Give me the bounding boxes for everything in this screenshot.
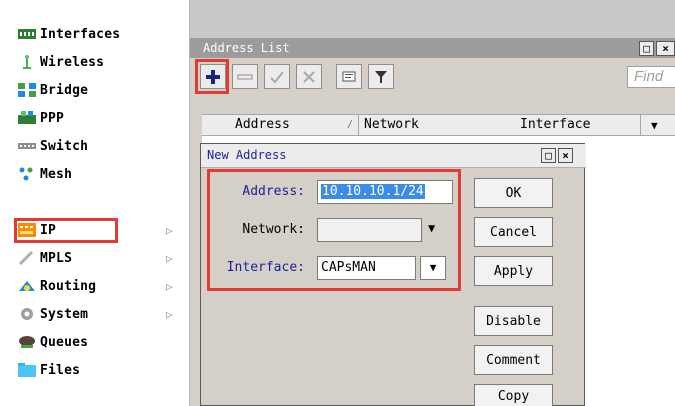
column-divider [358,115,359,135]
apply-button[interactable]: Apply [474,256,553,286]
comment-button[interactable] [336,64,362,89]
routing-icon [19,281,35,291]
menu-item-mesh[interactable]: Mesh [0,160,190,188]
queues-icon [19,336,35,348]
submenu-arrow-icon: ▷ [166,307,173,321]
comment-icon [342,71,356,81]
menu-item-label: Mesh [40,166,73,182]
switch-icon [18,143,36,149]
ip-highlight-box [14,218,118,243]
column-divider [640,115,641,135]
bridge-icon [18,83,36,97]
submenu-arrow-icon: ▷ [166,223,173,237]
disable-dialog-button[interactable]: Disable [474,306,553,336]
fields-highlight-box [207,169,461,291]
check-icon [270,70,284,83]
filter-button[interactable] [368,64,394,89]
copy-button[interactable]: Copy [474,384,553,406]
maximize-icon[interactable]: □ [639,41,654,56]
column-header-address[interactable]: Address [235,117,290,132]
sort-indicator-icon: / [347,119,354,130]
menu-item-routing[interactable]: Routing ▷ [0,272,190,300]
minus-icon [237,73,253,80]
submenu-arrow-icon: ▷ [166,251,173,265]
menu-item-interfaces[interactable]: Interfaces [0,20,190,48]
menu-item-label: PPP [40,110,65,126]
wireless-icon [23,55,31,69]
folder-icon [18,363,36,377]
cross-icon [303,70,315,83]
address-table-header: Address / Network Interface ▼ [202,114,675,136]
menu-item-label: Wireless [40,54,105,70]
menu-item-label: Switch [40,138,89,154]
ok-button[interactable]: OK [474,178,553,208]
close-icon[interactable]: × [656,41,675,56]
enable-button[interactable] [264,64,290,89]
menu-item-files[interactable]: Files [0,356,190,384]
cancel-button[interactable]: Cancel [474,217,553,247]
menu-item-bridge[interactable]: Bridge [0,76,190,104]
columns-menu-icon[interactable]: ▼ [651,119,658,132]
filter-icon [375,70,387,83]
menu-item-mpls[interactable]: MPLS ▷ [0,244,190,272]
column-header-interface[interactable]: Interface [520,117,590,132]
menu-item-label: Bridge [40,82,89,98]
column-header-network[interactable]: Network [364,117,419,132]
ppp-icon [18,111,36,124]
menu-item-label: MPLS [40,250,73,266]
new-address-title: New Address [207,148,287,162]
disable-button[interactable] [296,64,322,89]
gear-icon [21,308,33,320]
menu-item-queues[interactable]: Queues [0,328,190,356]
maximize-icon[interactable]: □ [541,148,556,163]
menu-item-label: Interfaces [40,26,121,42]
address-list-title: Address List [203,41,290,55]
menu-item-label: Files [40,362,81,378]
menu-item-wireless[interactable]: Wireless [0,48,190,76]
menu-item-label: Routing [40,278,97,294]
mesh-icon [19,167,33,181]
comment-dialog-button[interactable]: Comment [474,345,553,375]
menu-item-system[interactable]: System ▷ [0,300,190,328]
close-icon[interactable]: × [558,148,573,163]
menu-item-label: Queues [40,334,89,350]
mpls-icon [18,251,34,265]
main-menu: Interfaces Wireless Bridge PPP Switch Me… [0,0,190,406]
interfaces-icon [18,29,36,39]
add-button-highlight-box [195,59,229,94]
menu-item-ppp[interactable]: PPP [0,104,190,132]
menu-item-label: System [40,306,89,322]
find-input[interactable]: Find [627,66,675,88]
workspace-background [190,0,675,38]
submenu-arrow-icon: ▷ [166,279,173,293]
menu-item-switch[interactable]: Switch [0,132,190,160]
remove-button[interactable] [232,64,258,89]
